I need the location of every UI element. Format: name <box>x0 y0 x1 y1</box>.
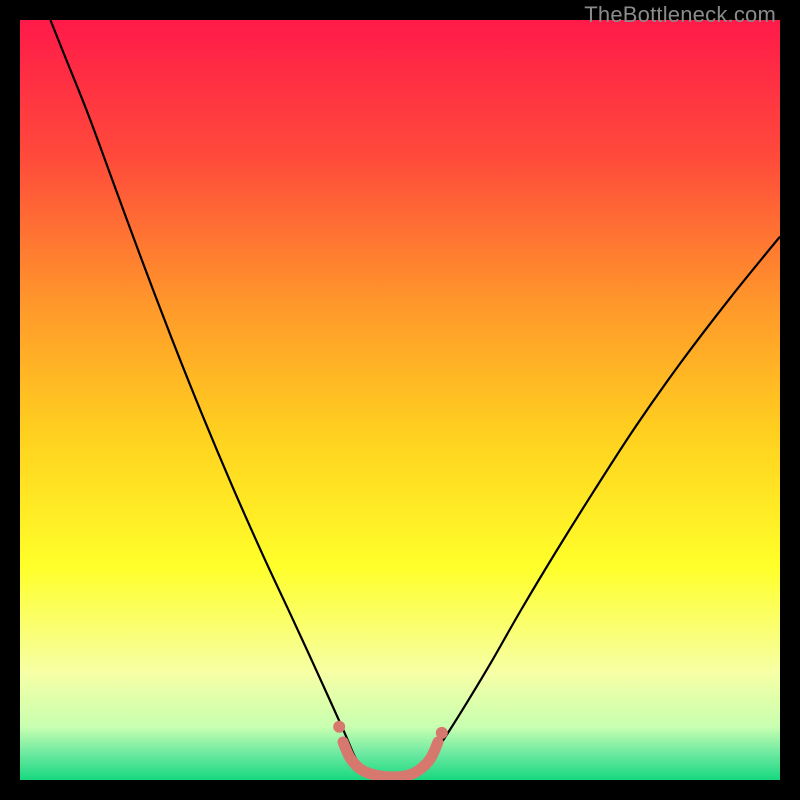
chart-background-gradient <box>20 20 780 780</box>
chart-frame <box>20 20 780 780</box>
valley-marker-left <box>333 721 345 733</box>
valley-marker-right <box>436 727 448 739</box>
watermark-text: TheBottleneck.com <box>584 2 776 28</box>
bottleneck-chart <box>20 20 780 780</box>
